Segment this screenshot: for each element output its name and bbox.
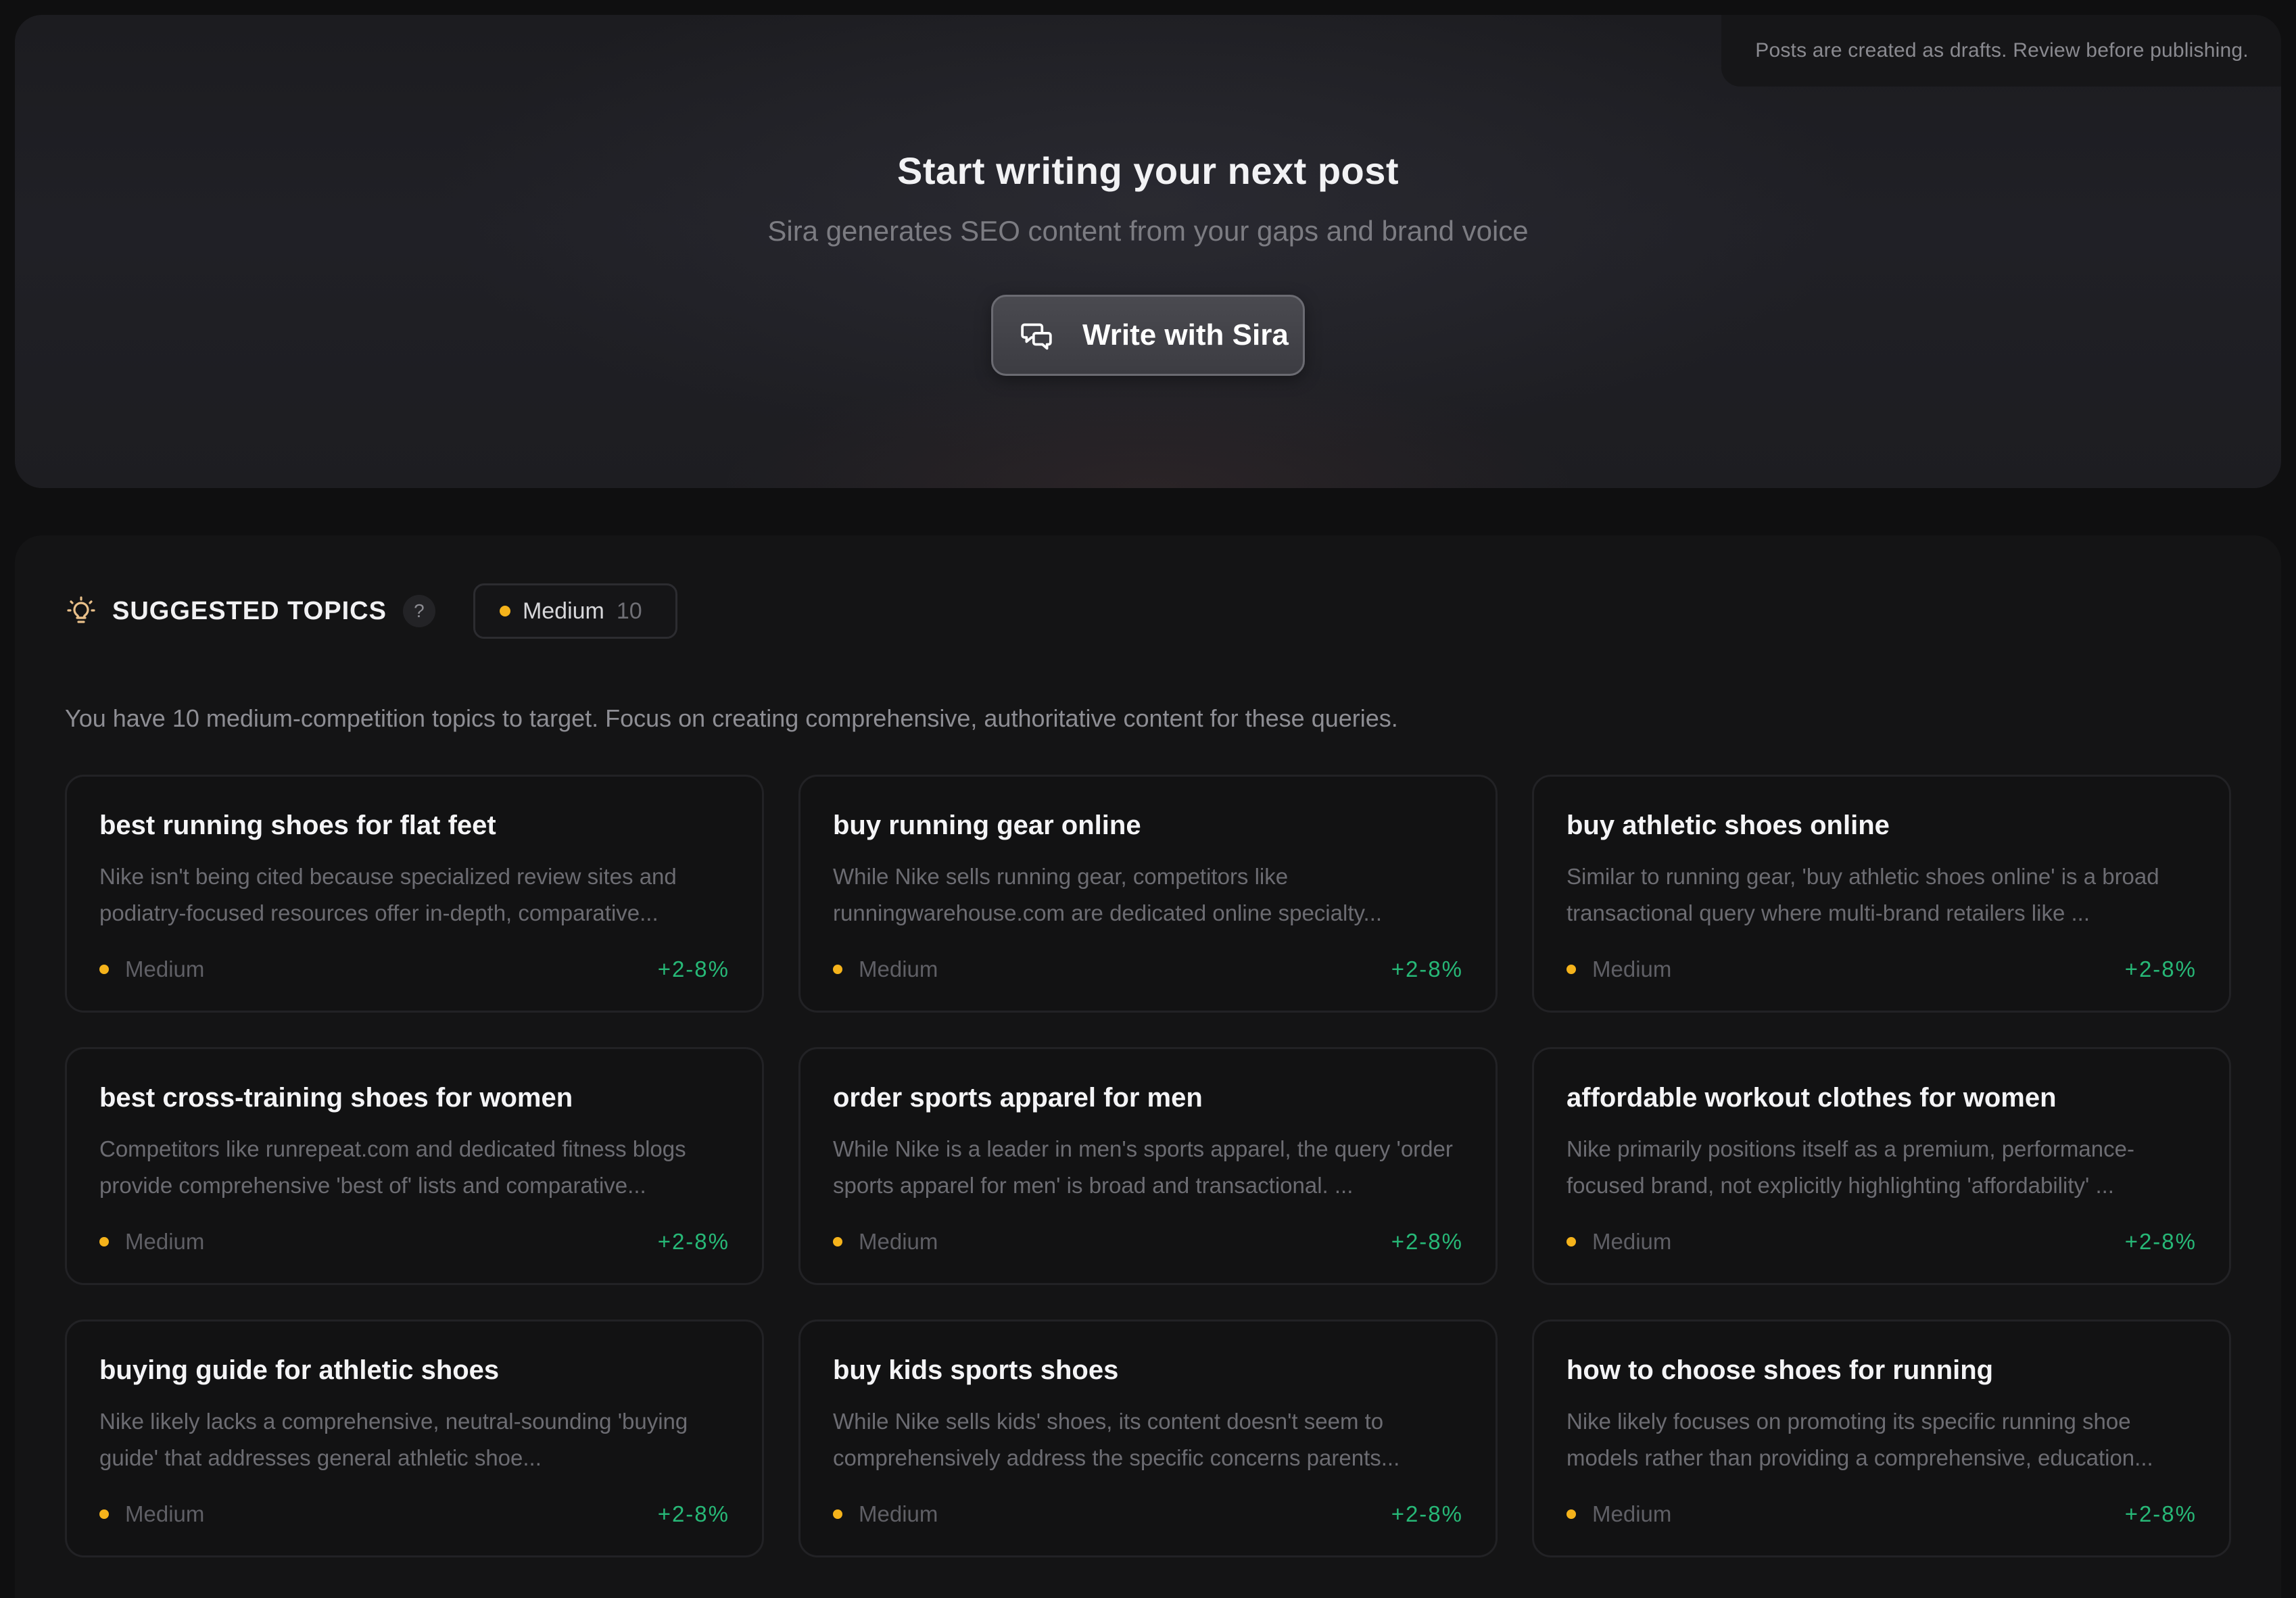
topic-title: affordable workout clothes for women [1566, 1083, 2057, 1113]
hero-subtitle: Sira generates SEO content from your gap… [767, 215, 1529, 247]
topic-title: buying guide for athletic shoes [99, 1355, 500, 1385]
topic-title: buy kids sports shoes [833, 1355, 1119, 1385]
impact-estimate: +2-8% [657, 957, 730, 982]
chat-bubbles-icon [1020, 318, 1054, 352]
write-button-label: Write with Sira [1082, 318, 1289, 352]
competition-level: Medium [1566, 957, 1671, 982]
competition-level: Medium [99, 957, 204, 982]
medium-dot-icon [833, 965, 842, 974]
medium-dot-icon [1566, 1237, 1576, 1246]
help-icon[interactable]: ? [402, 595, 435, 627]
competition-level: Medium [833, 957, 938, 982]
impact-estimate: +2-8% [2124, 1501, 2197, 1526]
filter-chip-medium[interactable]: Medium 10 [473, 583, 677, 639]
topic-description: Similar to running gear, 'buy athletic s… [1566, 864, 2159, 925]
competition-level: Medium [833, 1229, 938, 1255]
impact-estimate: +2-8% [1391, 1501, 1463, 1526]
medium-dot-icon [499, 606, 510, 616]
competition-level: Medium [99, 1501, 204, 1527]
impact-estimate: +2-8% [1391, 957, 1463, 982]
topic-card[interactable]: how to choose shoes for running Nike lik… [1532, 1319, 2231, 1557]
topic-title: buy running gear online [833, 810, 1141, 840]
topic-card[interactable]: best running shoes for flat feet Nike is… [65, 775, 764, 1013]
topic-description: Competitors like runrepeat.com and dedic… [99, 1136, 686, 1198]
topic-description: While Nike sells kids' shoes, its conten… [833, 1409, 1400, 1470]
impact-estimate: +2-8% [657, 1501, 730, 1526]
lightbulb-icon [65, 595, 97, 627]
drafts-notice: Posts are created as drafts. Review befo… [1721, 15, 2281, 87]
topic-footer: Medium +2-8% [99, 1501, 730, 1527]
competition-level-label: Medium [1592, 957, 1672, 982]
topic-footer: Medium +2-8% [833, 957, 1463, 982]
medium-dot-icon [99, 965, 109, 974]
hero-title: Start writing your next post [896, 149, 1400, 192]
topic-card[interactable]: best cross-training shoes for women Comp… [65, 1047, 764, 1285]
filter-chip-count: 10 [616, 598, 642, 624]
write-with-sira-button[interactable]: Write with Sira [991, 295, 1305, 376]
competition-level-label: Medium [859, 1229, 938, 1254]
topic-description: While Nike is a leader in men's sports a… [833, 1136, 1453, 1198]
medium-dot-icon [99, 1509, 109, 1519]
topic-footer: Medium +2-8% [99, 1229, 730, 1255]
competition-level-label: Medium [125, 957, 205, 982]
impact-estimate: +2-8% [657, 1229, 730, 1254]
competition-level-label: Medium [1592, 1229, 1672, 1254]
topic-card[interactable]: buying guide for athletic shoes Nike lik… [65, 1319, 764, 1557]
competition-level-label: Medium [859, 957, 938, 982]
competition-level: Medium [99, 1229, 204, 1255]
topic-footer: Medium +2-8% [833, 1229, 1463, 1255]
medium-dot-icon [833, 1237, 842, 1246]
topic-footer: Medium +2-8% [99, 957, 730, 982]
impact-estimate: +2-8% [2124, 1229, 2197, 1254]
topics-title: SUGGESTED TOPICS [112, 596, 387, 625]
topic-card[interactable]: affordable workout clothes for women Nik… [1532, 1047, 2231, 1285]
topic-title: best cross-training shoes for women [99, 1083, 573, 1113]
topic-title: order sports apparel for men [833, 1083, 1203, 1113]
medium-dot-icon [833, 1509, 842, 1519]
topic-card[interactable]: buy athletic shoes online Similar to run… [1532, 775, 2231, 1013]
topic-card[interactable]: order sports apparel for men While Nike … [798, 1047, 1498, 1285]
competition-level-label: Medium [859, 1501, 938, 1526]
competition-level-label: Medium [125, 1229, 205, 1254]
topic-title: buy athletic shoes online [1566, 810, 1890, 840]
topic-description: Nike likely focuses on promoting its spe… [1566, 1409, 2153, 1470]
topic-card[interactable]: buy kids sports shoes While Nike sells k… [798, 1319, 1498, 1557]
topic-card[interactable]: buy running gear online While Nike sells… [798, 775, 1498, 1013]
medium-dot-icon [1566, 1509, 1576, 1519]
topic-footer: Medium +2-8% [833, 1501, 1463, 1527]
competition-level: Medium [833, 1501, 938, 1527]
competition-level-label: Medium [1592, 1501, 1672, 1526]
topic-title: how to choose shoes for running [1566, 1355, 1994, 1385]
filter-chip-label: Medium [522, 598, 604, 624]
competition-level-label: Medium [125, 1501, 205, 1526]
topic-title: best running shoes for flat feet [99, 810, 496, 840]
medium-dot-icon [1566, 965, 1576, 974]
topics-grid: best running shoes for flat feet Nike is… [65, 775, 2231, 1557]
topic-description: Nike isn't being cited because specializ… [99, 864, 677, 925]
topics-header: SUGGESTED TOPICS ? Medium 10 [65, 583, 677, 639]
impact-estimate: +2-8% [1391, 1229, 1463, 1254]
competition-level: Medium [1566, 1229, 1671, 1255]
topic-footer: Medium +2-8% [1566, 1229, 2197, 1255]
topic-description: While Nike sells running gear, competito… [833, 864, 1383, 925]
medium-dot-icon [99, 1237, 109, 1246]
competition-level: Medium [1566, 1501, 1671, 1527]
topic-footer: Medium +2-8% [1566, 1501, 2197, 1527]
impact-estimate: +2-8% [2124, 957, 2197, 982]
topic-description: Nike primarily positions itself as a pre… [1566, 1136, 2134, 1198]
topic-footer: Medium +2-8% [1566, 957, 2197, 982]
suggested-topics-panel: SUGGESTED TOPICS ? Medium 10 You have 10… [15, 535, 2281, 1598]
topic-description: Nike likely lacks a comprehensive, neutr… [99, 1409, 688, 1470]
topics-description: You have 10 medium-competition topics to… [65, 704, 1398, 732]
hero-panel: Posts are created as drafts. Review befo… [15, 15, 2281, 488]
